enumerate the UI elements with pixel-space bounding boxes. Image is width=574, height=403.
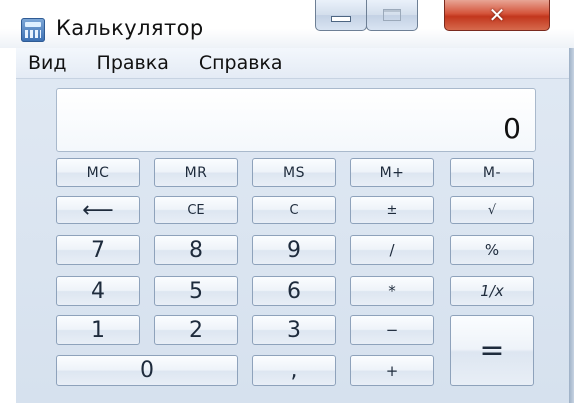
negate-button[interactable]: ± — [350, 196, 434, 224]
memory-subtract-button[interactable]: M- — [450, 158, 534, 187]
digit-7-button[interactable]: 7 — [56, 235, 140, 265]
equals-button[interactable]: = — [450, 315, 534, 386]
window-right-border — [569, 48, 574, 403]
memory-clear-button[interactable]: MC — [56, 158, 140, 187]
maximize-icon — [383, 9, 401, 21]
subtract-button[interactable]: − — [350, 315, 434, 345]
square-root-button[interactable]: √ — [450, 196, 534, 224]
window-title: Калькулятор — [56, 16, 204, 40]
maximize-button[interactable] — [366, 0, 418, 31]
percent-button[interactable]: % — [450, 235, 534, 265]
digit-3-button[interactable]: 3 — [252, 315, 336, 345]
multiply-button[interactable]: * — [350, 276, 434, 306]
minimize-button[interactable] — [315, 0, 367, 31]
digit-6-button[interactable]: 6 — [252, 276, 336, 306]
reciprocal-button[interactable]: 1/x — [450, 276, 534, 306]
digit-4-button[interactable]: 4 — [56, 276, 140, 306]
backspace-button[interactable]: ⟵ — [56, 196, 140, 224]
menu-edit[interactable]: Правка — [97, 52, 169, 74]
memory-recall-button[interactable]: MR — [154, 158, 238, 187]
minimize-icon — [331, 16, 351, 22]
digit-5-button[interactable]: 5 — [154, 276, 238, 306]
menu-view[interactable]: Вид — [28, 52, 67, 74]
digit-0-button[interactable]: 0 — [56, 355, 238, 386]
close-icon: ✕ — [488, 3, 506, 27]
memory-add-button[interactable]: M+ — [350, 158, 434, 187]
digit-1-button[interactable]: 1 — [56, 315, 140, 345]
digit-2-button[interactable]: 2 — [154, 315, 238, 345]
digit-8-button[interactable]: 8 — [154, 235, 238, 265]
display-value: 0 — [503, 112, 521, 145]
menu-bar: Вид Правка Справка — [16, 48, 574, 79]
add-button[interactable]: + — [350, 355, 434, 386]
menu-help[interactable]: Справка — [199, 52, 283, 74]
divide-button[interactable]: / — [350, 235, 434, 265]
window-left-margin — [0, 48, 16, 403]
title-bar[interactable]: Калькулятор ✕ — [0, 0, 574, 48]
close-button[interactable]: ✕ — [444, 0, 550, 31]
memory-store-button[interactable]: MS — [252, 158, 336, 187]
decimal-separator-button[interactable]: , — [252, 355, 336, 386]
clear-entry-button[interactable]: CE — [154, 196, 238, 224]
display: 0 — [56, 88, 536, 152]
calculator-icon — [21, 18, 45, 42]
digit-9-button[interactable]: 9 — [252, 235, 336, 265]
clear-button[interactable]: C — [252, 196, 336, 224]
